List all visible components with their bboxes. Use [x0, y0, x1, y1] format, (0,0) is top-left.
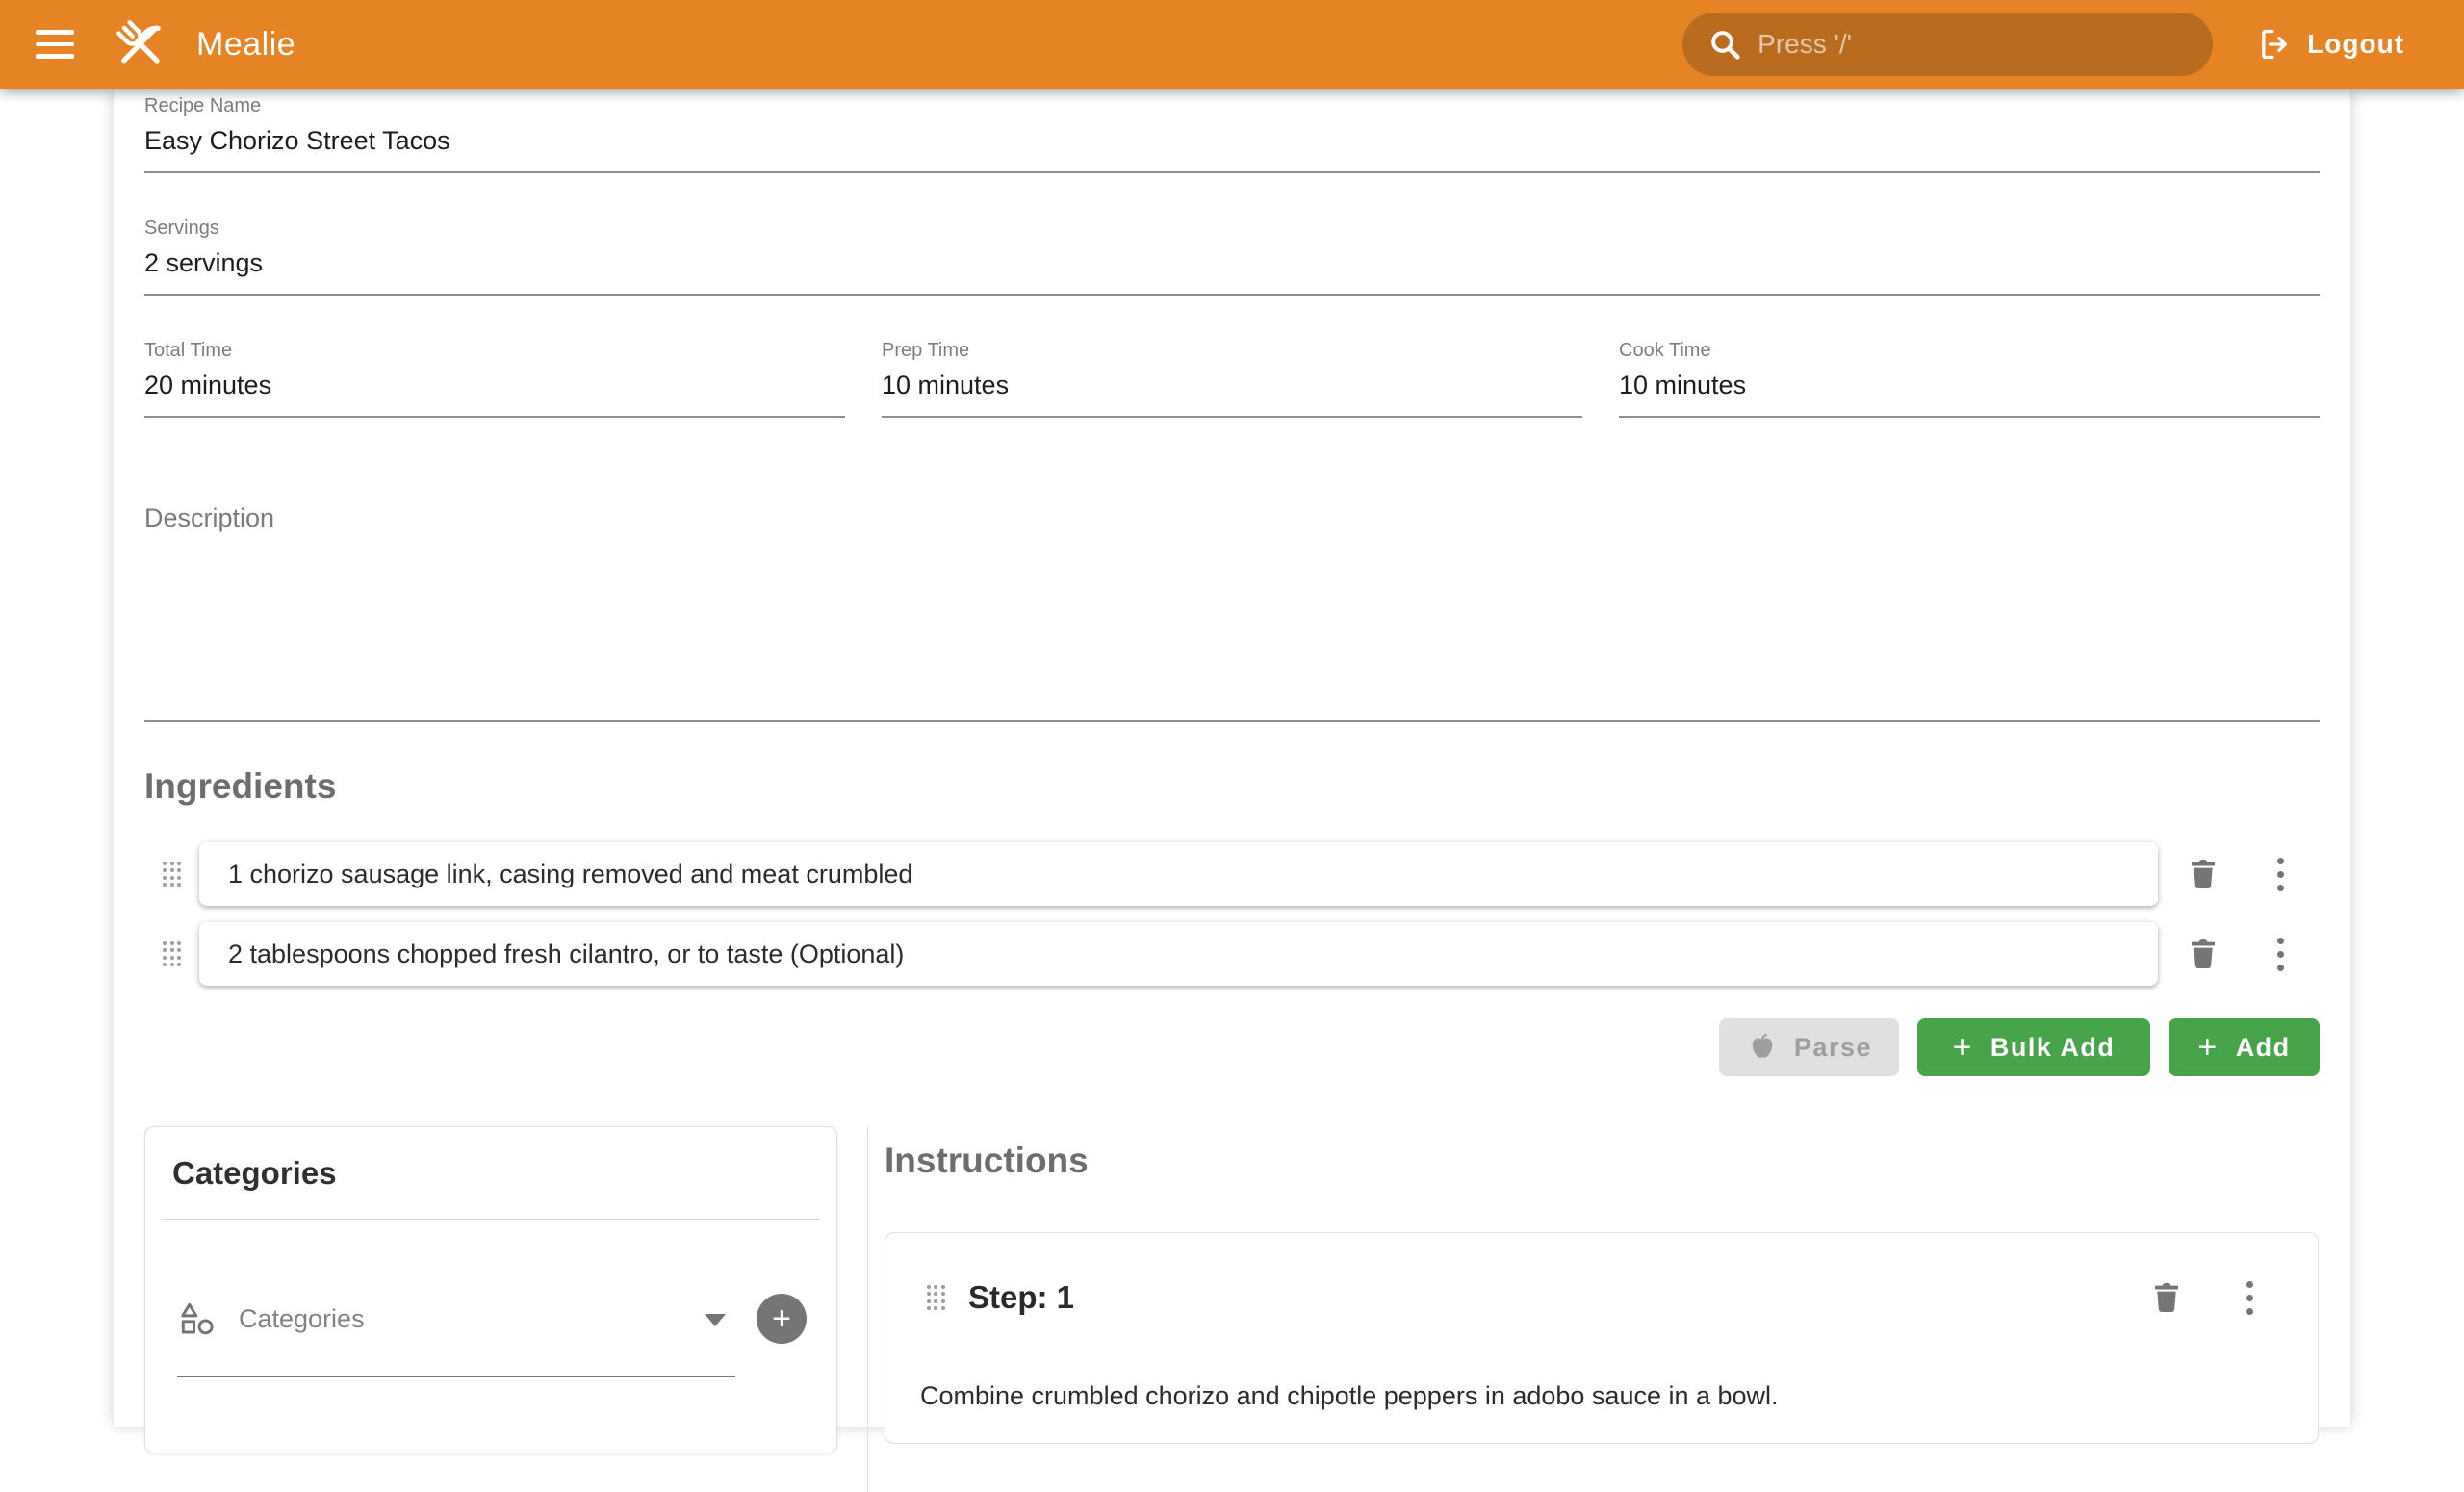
- categories-select[interactable]: Categories: [177, 1299, 735, 1339]
- total-time-underline: [144, 416, 845, 418]
- cook-time-field[interactable]: Cook Time 10 minutes: [1619, 339, 2320, 418]
- recipe-name-value[interactable]: Easy Chorizo Street Tacos: [144, 125, 2320, 156]
- prep-time-label: Prep Time: [882, 339, 1582, 362]
- cook-time-value[interactable]: 10 minutes: [1619, 370, 2320, 400]
- recipe-name-underline: [144, 171, 2320, 173]
- description-label: Description: [144, 502, 2320, 533]
- shapes-icon: [177, 1299, 218, 1339]
- ingredient-text: 1 chorizo sausage link, casing removed a…: [228, 860, 912, 889]
- delete-step-button[interactable]: [2145, 1276, 2188, 1319]
- ingredient-input[interactable]: 1 chorizo sausage link, casing removed a…: [199, 842, 2158, 906]
- categories-select-label: Categories: [239, 1304, 365, 1334]
- parse-label: Parse: [1794, 1033, 1872, 1063]
- chevron-down-icon[interactable]: [705, 1314, 726, 1326]
- step-more-button[interactable]: [2235, 1276, 2264, 1319]
- delete-ingredient-button[interactable]: [2182, 853, 2224, 895]
- description-field[interactable]: Description: [144, 502, 2320, 722]
- prep-time-field[interactable]: Prep Time 10 minutes: [882, 339, 1582, 418]
- servings-field[interactable]: Servings 2 servings: [144, 217, 2320, 296]
- search-input[interactable]: Press '/': [1682, 13, 2213, 76]
- kebab-icon: [2277, 858, 2284, 891]
- total-time-field[interactable]: Total Time 20 minutes: [144, 339, 845, 418]
- delete-ingredient-button[interactable]: [2182, 933, 2224, 975]
- bulk-add-label: Bulk Add: [1990, 1033, 2116, 1063]
- logout-icon: [2257, 26, 2294, 63]
- cook-time-underline: [1619, 416, 2320, 418]
- servings-underline: [144, 294, 2320, 296]
- ingredient-more-button[interactable]: [2266, 933, 2295, 975]
- ingredient-row: 1 chorizo sausage link, casing removed a…: [144, 842, 2320, 906]
- logout-button[interactable]: Logout: [2257, 26, 2404, 63]
- trash-icon: [2184, 855, 2222, 893]
- categories-card-title: Categories: [145, 1127, 836, 1193]
- total-time-value[interactable]: 20 minutes: [144, 370, 845, 400]
- total-time-label: Total Time: [144, 339, 845, 362]
- ingredient-row: 2 tablespoons chopped fresh cilantro, or…: [144, 922, 2320, 986]
- trash-icon: [2184, 935, 2222, 973]
- logout-label: Logout: [2307, 29, 2404, 60]
- apple-icon: [1746, 1031, 1779, 1064]
- ingredients-heading: Ingredients: [144, 765, 2320, 808]
- instructions-heading: Instructions: [885, 1140, 2320, 1182]
- parse-button[interactable]: Parse: [1719, 1018, 1899, 1076]
- ingredient-text: 2 tablespoons chopped fresh cilantro, or…: [228, 939, 904, 969]
- drag-handle-icon[interactable]: [144, 941, 199, 967]
- categories-card: Categories Categories: [144, 1126, 837, 1453]
- categories-select-underline: [177, 1376, 735, 1377]
- servings-label: Servings: [144, 217, 2320, 240]
- bulk-add-button[interactable]: + Bulk Add: [1917, 1018, 2150, 1076]
- mealie-logo-icon: [110, 13, 171, 75]
- ingredient-more-button[interactable]: [2266, 853, 2295, 895]
- add-ingredient-button[interactable]: + Add: [2169, 1018, 2320, 1076]
- add-category-button[interactable]: +: [757, 1294, 807, 1344]
- drag-handle-icon[interactable]: [924, 1285, 947, 1311]
- recipe-editor-card: Recipe Name Easy Chorizo Street Tacos Se…: [114, 89, 2350, 1427]
- plus-icon: +: [2197, 1033, 2218, 1062]
- recipe-name-field[interactable]: Recipe Name Easy Chorizo Street Tacos: [144, 89, 2320, 173]
- app-bar: Mealie Press '/' Logout: [0, 0, 2464, 89]
- cook-time-label: Cook Time: [1619, 339, 2320, 362]
- plus-icon: +: [1953, 1033, 1973, 1062]
- ingredient-input[interactable]: 2 tablespoons chopped fresh cilantro, or…: [199, 922, 2158, 986]
- trash-icon: [2147, 1278, 2186, 1317]
- drag-handle-icon[interactable]: [144, 862, 199, 887]
- app-title: Mealie: [196, 26, 295, 64]
- servings-value[interactable]: 2 servings: [144, 247, 2320, 278]
- kebab-icon: [2246, 1281, 2253, 1315]
- plus-icon: +: [772, 1294, 791, 1344]
- menu-icon[interactable]: [21, 11, 89, 78]
- search-icon: [1706, 25, 1744, 64]
- step-text[interactable]: Combine crumbled chorizo and chipotle pe…: [920, 1379, 2264, 1412]
- recipe-name-label: Recipe Name: [144, 94, 2320, 117]
- step-title: Step: 1: [968, 1279, 1074, 1316]
- prep-time-value[interactable]: 10 minutes: [882, 370, 1582, 400]
- description-underline: [144, 720, 2320, 722]
- prep-time-underline: [882, 416, 1582, 418]
- kebab-icon: [2277, 938, 2284, 971]
- step-card: Step: 1 Combine cr: [885, 1232, 2319, 1444]
- add-label: Add: [2236, 1033, 2291, 1063]
- search-placeholder: Press '/': [1758, 29, 1852, 60]
- categories-divider: [161, 1219, 821, 1220]
